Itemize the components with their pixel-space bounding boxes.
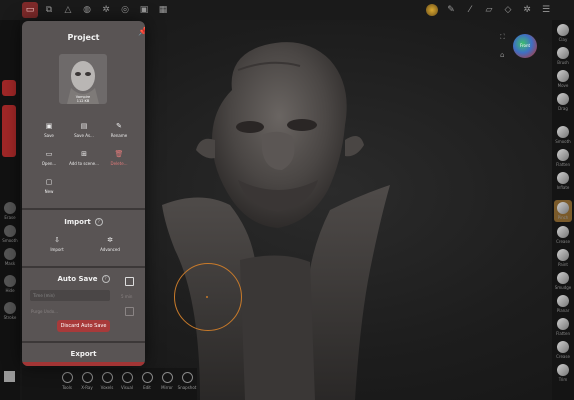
tool-smooth[interactable]: Smooth bbox=[554, 126, 572, 144]
folder-icon: ▭ bbox=[45, 150, 53, 158]
rename-button[interactable]: ✎ Rename bbox=[104, 121, 134, 138]
rename-icon: ✎ bbox=[116, 122, 122, 130]
brush-center-dot bbox=[206, 296, 208, 298]
left-slider-top[interactable] bbox=[2, 80, 16, 96]
project-panel: 📌 Project Vampire 112 KB ▣ Save ▤ Save As.… bbox=[22, 21, 145, 366]
left-tool-mask[interactable]: Mask bbox=[2, 248, 18, 266]
grid-icon[interactable]: ▦ bbox=[155, 2, 171, 18]
bottom-toolbar: Tools X-Ray Voxels Visual Edit Mirror Sn… bbox=[22, 368, 197, 400]
pen-icon[interactable]: ✎ bbox=[443, 2, 459, 18]
home-icon[interactable]: ⌂ bbox=[500, 51, 504, 59]
purge-undo-label: Purge Undo... bbox=[31, 309, 58, 314]
frame-icon[interactable]: ⛶ bbox=[500, 33, 505, 42]
bottom-xray[interactable]: X-Ray bbox=[78, 372, 96, 390]
file-icon[interactable]: ▭ bbox=[22, 2, 38, 18]
trash-icon: 🗑 bbox=[114, 150, 124, 158]
bottom-snapshot[interactable]: Snapshot bbox=[178, 372, 196, 390]
thumbnail-caption: Vampire 112 KB bbox=[75, 95, 91, 103]
settings-icon[interactable]: ✲ bbox=[519, 2, 535, 18]
image-icon[interactable]: ▣ bbox=[136, 2, 152, 18]
divider bbox=[22, 266, 145, 268]
autosave-checkbox[interactable] bbox=[125, 277, 134, 286]
tool-paint[interactable]: Paint bbox=[554, 249, 572, 267]
import-title: Import? bbox=[22, 218, 145, 226]
bottom-visual[interactable]: Visual bbox=[118, 372, 136, 390]
tool-crease[interactable]: Crease bbox=[554, 226, 572, 244]
import-button[interactable]: ⇩ Import bbox=[42, 235, 72, 252]
divider bbox=[22, 208, 145, 210]
tool-pinch[interactable]: Pinch bbox=[554, 200, 572, 222]
project-thumbnail[interactable]: Vampire 112 KB bbox=[59, 54, 107, 104]
new-button[interactable]: ▢ New bbox=[34, 177, 64, 194]
left-slider-bottom[interactable] bbox=[2, 105, 16, 157]
left-tool-hide[interactable]: Hide bbox=[2, 275, 18, 293]
bottom-edit[interactable]: Edit bbox=[138, 372, 156, 390]
tool-planar[interactable]: Planar bbox=[554, 295, 572, 313]
gizmo-label: Front bbox=[519, 43, 531, 48]
tool-move[interactable]: Move bbox=[554, 70, 572, 88]
new-file-icon: ▢ bbox=[45, 178, 53, 186]
save-icon: ▣ bbox=[45, 122, 53, 130]
save-as-button[interactable]: ▤ Save As... bbox=[69, 121, 99, 138]
color-swatch[interactable] bbox=[4, 371, 15, 382]
topology-icon[interactable]: △ bbox=[60, 2, 76, 18]
delete-button[interactable]: 🗑 Delete... bbox=[104, 149, 134, 166]
purge-undo-checkbox[interactable] bbox=[125, 307, 134, 316]
bottom-voxels[interactable]: Voxels bbox=[98, 372, 116, 390]
left-tool-stroke[interactable]: Stroke bbox=[2, 302, 18, 320]
export-title: Export bbox=[70, 350, 97, 358]
advanced-button[interactable]: ✲ Advanced bbox=[95, 235, 125, 252]
tool-brush[interactable]: Brush bbox=[554, 47, 572, 65]
material-icon[interactable]: ◎ bbox=[117, 2, 133, 18]
gear-icon[interactable]: ✲ bbox=[98, 2, 114, 18]
left-tool-smooth[interactable]: Smooth bbox=[2, 225, 18, 243]
tool-smudge[interactable]: Smudge bbox=[554, 272, 572, 290]
autosave-time-input[interactable]: Time (min) bbox=[30, 290, 110, 301]
save-button[interactable]: ▣ Save bbox=[34, 121, 64, 138]
save-as-icon: ▤ bbox=[80, 122, 88, 130]
add-to-scene-icon: ⊞ bbox=[81, 150, 87, 158]
bottom-tools[interactable]: Tools bbox=[58, 372, 76, 390]
discard-autosave-button[interactable]: Discard Auto Save bbox=[57, 320, 110, 332]
ruler-icon[interactable]: ▱ bbox=[481, 2, 497, 18]
help-icon[interactable]: ? bbox=[94, 218, 103, 226]
divider bbox=[22, 341, 145, 343]
tool-clay[interactable]: Clay bbox=[554, 24, 572, 42]
import-icon: ⇩ bbox=[54, 236, 60, 244]
top-toolbar: ▭ ⧉ △ ◍ ✲ ◎ ▣ ▦ ✎ ⁄ ▱ ◇ ✲ ☰ bbox=[0, 0, 574, 20]
left-tool-erase[interactable]: Erase bbox=[2, 202, 18, 220]
right-toolbar: Clay Brush Move Drag Smooth Flatten Infl… bbox=[552, 20, 574, 400]
bottom-mirror[interactable]: Mirror bbox=[158, 372, 176, 390]
tool-trim[interactable]: Trim bbox=[554, 364, 572, 382]
tool-crease-2[interactable]: Crease bbox=[554, 341, 572, 359]
autosave-time-value: 5 min bbox=[121, 294, 133, 299]
tool-drag[interactable]: Drag bbox=[554, 93, 572, 111]
tool-inflate[interactable]: Inflate bbox=[554, 172, 572, 190]
gear-icon: ✲ bbox=[107, 236, 113, 244]
avatar-icon[interactable] bbox=[424, 2, 440, 18]
menu-icon[interactable]: ☰ bbox=[538, 2, 554, 18]
sphere-icon[interactable]: ◍ bbox=[79, 2, 95, 18]
open-button[interactable]: ▭ Open... bbox=[34, 149, 64, 166]
help-icon[interactable]: ? bbox=[101, 275, 110, 283]
scene-icon[interactable]: ⧉ bbox=[41, 2, 57, 18]
left-toolbar: Erase Smooth Mask Hide Stroke bbox=[0, 20, 20, 400]
eyedropper-icon[interactable]: ⁄ bbox=[462, 2, 478, 18]
cube-icon[interactable]: ◇ bbox=[500, 2, 516, 18]
brush-radius-ring bbox=[174, 263, 242, 331]
project-title: Project bbox=[67, 33, 100, 42]
tool-flatten-2[interactable]: Flatten bbox=[554, 318, 572, 336]
tool-flatten[interactable]: Flatten bbox=[554, 149, 572, 167]
add-to-scene-button[interactable]: ⊞ Add to scene... bbox=[69, 149, 99, 166]
